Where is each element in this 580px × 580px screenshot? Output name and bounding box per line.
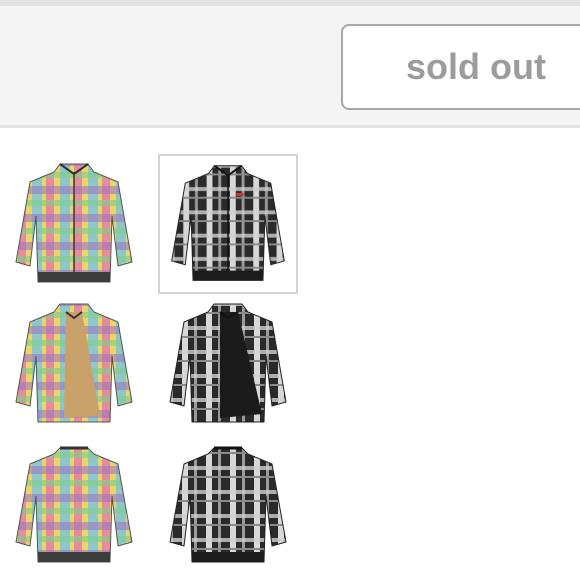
thumbnail-multicolor-front[interactable] xyxy=(4,154,144,294)
multicolor-plaid-jacket-front-image xyxy=(15,163,133,283)
sold-out-button[interactable]: sold out xyxy=(341,24,580,110)
thumbnail-black-front[interactable] xyxy=(158,154,298,294)
thumbnail-multicolor-open[interactable] xyxy=(4,294,144,434)
black-plaid-jacket-open-image xyxy=(169,303,287,423)
multicolor-plaid-jacket-back-image xyxy=(15,446,133,563)
black-plaid-jacket-back-image xyxy=(169,446,287,563)
thumbnail-black-back[interactable] xyxy=(158,434,298,574)
thumbnail-black-open[interactable] xyxy=(158,294,298,434)
black-plaid-jacket-front-image xyxy=(171,164,285,281)
product-status-bar: sold out xyxy=(0,0,580,128)
thumbnail-multicolor-back[interactable] xyxy=(4,434,144,574)
multicolor-plaid-jacket-open-image xyxy=(15,303,133,423)
